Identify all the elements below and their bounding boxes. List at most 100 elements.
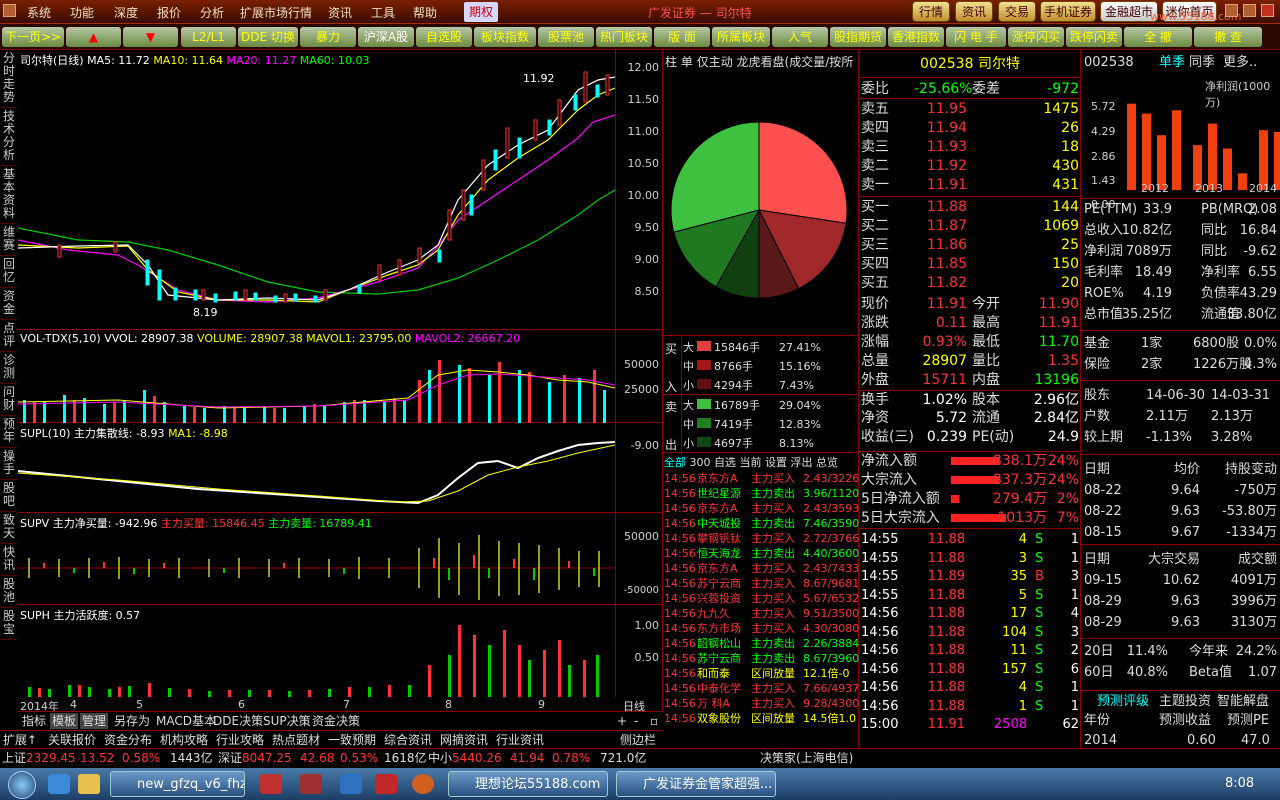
hk-index-button[interactable]: 香港指数: [888, 27, 944, 47]
supv-panel[interactable]: SUPV 主力净买量: -942.96 主力买量: 15846.45 主力卖量:…: [18, 513, 663, 605]
menu-ext-market[interactable]: 扩展市场行情: [240, 4, 312, 21]
start-button[interactable]: [8, 771, 36, 799]
subtab-watch[interactable]: 自选: [714, 456, 736, 469]
sidebar-item[interactable]: 股宝: [1, 610, 17, 640]
down-button[interactable]: ▼: [123, 27, 178, 47]
suph-panel[interactable]: SUPH 主力活跃度: 0.57 1.00 0.50: [18, 605, 663, 697]
app-icon-4[interactable]: [375, 774, 397, 794]
menu-function[interactable]: 功能: [70, 4, 94, 21]
ie-icon[interactable]: [48, 774, 70, 794]
tab-expand[interactable]: 扩展↑: [3, 732, 37, 748]
sidebar-item[interactable]: 维赛: [1, 226, 17, 256]
tab-indicator[interactable]: 指标: [20, 713, 48, 729]
tab-theme[interactable]: 主题投资: [1159, 691, 1211, 712]
tab-consensus[interactable]: 一致预期: [328, 732, 376, 748]
limit-up-buy-button[interactable]: 涨停闪买: [1008, 27, 1064, 47]
up-button[interactable]: ▲: [66, 27, 121, 47]
tab-same-quarter[interactable]: 同季: [1189, 52, 1215, 73]
sidebar-item[interactable]: 资金: [1, 290, 17, 320]
task-folder[interactable]: new_gfzq_v6_fhzx: [110, 771, 245, 797]
tab-dde[interactable]: DDE决策: [211, 713, 265, 729]
sidebar-item[interactable]: 预年: [1, 418, 17, 448]
cancel-query-button[interactable]: 撤 查: [1194, 27, 1262, 47]
top-news-button[interactable]: 资讯: [955, 1, 993, 22]
expand-icon[interactable]: ▫: [648, 713, 660, 729]
plus-button[interactable]: +: [615, 713, 629, 729]
stock-pool-button[interactable]: 股票池: [538, 27, 594, 47]
task-browser[interactable]: 理想论坛55188.com: [448, 771, 608, 797]
tab-fund[interactable]: 资金决策: [310, 713, 362, 729]
subtab-float[interactable]: 浮出: [791, 456, 813, 469]
popularity-button[interactable]: 人气: [772, 27, 828, 47]
sidebar-item[interactable]: 基本资料: [1, 168, 17, 224]
tab-active-only[interactable]: 仅主动: [697, 55, 733, 69]
volume-panel[interactable]: VOL-TDX(5,10) VVOL: 28907.38 VOLUME: 289…: [18, 330, 663, 423]
tab-manage[interactable]: 管理: [80, 713, 109, 729]
sidebar-item[interactable]: 诊测: [1, 354, 17, 384]
belong-sector-button[interactable]: 所属板块: [712, 27, 770, 47]
limit-down-sell-button[interactable]: 跌停闪卖: [1066, 27, 1122, 47]
top-trade-button[interactable]: 交易: [998, 1, 1036, 22]
tab-news[interactable]: 综合资讯: [384, 732, 432, 748]
layout-button[interactable]: 版 面: [654, 27, 710, 47]
hot-sector-button[interactable]: 热门板块: [596, 27, 652, 47]
close-icon[interactable]: [1261, 4, 1274, 17]
sidebar-item[interactable]: 股池: [1, 578, 17, 608]
menu-quote[interactable]: 报价: [157, 4, 181, 21]
sector-index-button[interactable]: 板块指数: [474, 27, 536, 47]
sidebar-item[interactable]: 问财: [1, 386, 17, 416]
tab-sidebar[interactable]: 侧边栏: [620, 732, 656, 748]
cancel-all-button[interactable]: 全 撤: [1124, 27, 1192, 47]
next-page-button[interactable]: 下一页>>: [2, 27, 64, 47]
minimize-icon[interactable]: [1225, 4, 1238, 17]
subtab-all[interactable]: 全部: [664, 456, 686, 469]
top-quote-button[interactable]: 行情: [912, 1, 950, 22]
app-icon-5[interactable]: [412, 774, 434, 794]
tab-sup[interactable]: SUP决策: [261, 713, 313, 729]
sidebar-item[interactable]: 快讯: [1, 546, 17, 576]
sidebar-item[interactable]: 分时走势: [1, 52, 17, 108]
subtab-300[interactable]: 300: [690, 456, 711, 469]
folder-icon[interactable]: [78, 774, 100, 794]
violent-button[interactable]: 暴力: [300, 27, 356, 47]
tab-industry-news[interactable]: 行业资讯: [496, 732, 544, 748]
tab-institution[interactable]: 机构攻略: [160, 732, 208, 748]
tab-fund-dist[interactable]: 资金分布: [104, 732, 152, 748]
sidebar-item[interactable]: 操手: [1, 450, 17, 480]
tab-quarter[interactable]: 单季: [1159, 52, 1185, 73]
minus-button[interactable]: -: [632, 713, 640, 729]
menu-help[interactable]: 帮助: [413, 4, 437, 21]
menu-analysis[interactable]: 分析: [200, 4, 224, 21]
maximize-icon[interactable]: [1243, 4, 1256, 17]
tab-related[interactable]: 关联报价: [48, 732, 96, 748]
tab-forecast[interactable]: 预测评级: [1097, 691, 1149, 712]
subtab-current[interactable]: 当前: [740, 456, 762, 469]
sidebar-item[interactable]: 致天: [1, 514, 17, 544]
tab-macd[interactable]: MACD基本: [154, 713, 218, 729]
price-panel[interactable]: 司尔特(日线) MA5: 11.72 MA10: 11.64 MA20: 11.…: [18, 50, 663, 330]
app-icon[interactable]: [3, 4, 16, 17]
tab-more[interactable]: 更多..: [1223, 52, 1257, 73]
watchlist-button[interactable]: 自选股: [416, 27, 472, 47]
supl-panel[interactable]: SUPL(10) 主力集散线: -8.93 MA1: -8.98 -9.00: [18, 423, 663, 513]
tab-template[interactable]: 模板: [50, 713, 79, 729]
sidebar-item[interactable]: 回忆: [1, 258, 17, 288]
l2-l1-button[interactable]: L2/L1: [181, 27, 236, 47]
sidebar-item[interactable]: 股吧: [1, 482, 17, 512]
tab-save-as[interactable]: 另存为: [112, 713, 152, 729]
app-icon-3[interactable]: [340, 774, 362, 794]
menu-options[interactable]: 期权: [464, 2, 499, 22]
tab-web[interactable]: 网摘资讯: [440, 732, 488, 748]
tab-dragon-view[interactable]: 龙虎看盘(成交量/按所: [737, 55, 854, 69]
sidebar-item[interactable]: 技术分析: [1, 110, 17, 166]
app-icon-2[interactable]: [300, 774, 322, 794]
tab-single[interactable]: 单: [681, 55, 693, 69]
top-mobile-button[interactable]: 手机证券: [1040, 1, 1096, 22]
subtab-overview[interactable]: 总览: [816, 456, 838, 469]
subtab-settings[interactable]: 设置: [765, 456, 787, 469]
index-futures-button[interactable]: 股指期货: [830, 27, 886, 47]
menu-system[interactable]: 系统: [27, 4, 51, 21]
menu-depth[interactable]: 深度: [114, 4, 138, 21]
menu-tools[interactable]: 工具: [371, 4, 395, 21]
task-broker[interactable]: 广发证券金管家超强...: [616, 771, 776, 797]
